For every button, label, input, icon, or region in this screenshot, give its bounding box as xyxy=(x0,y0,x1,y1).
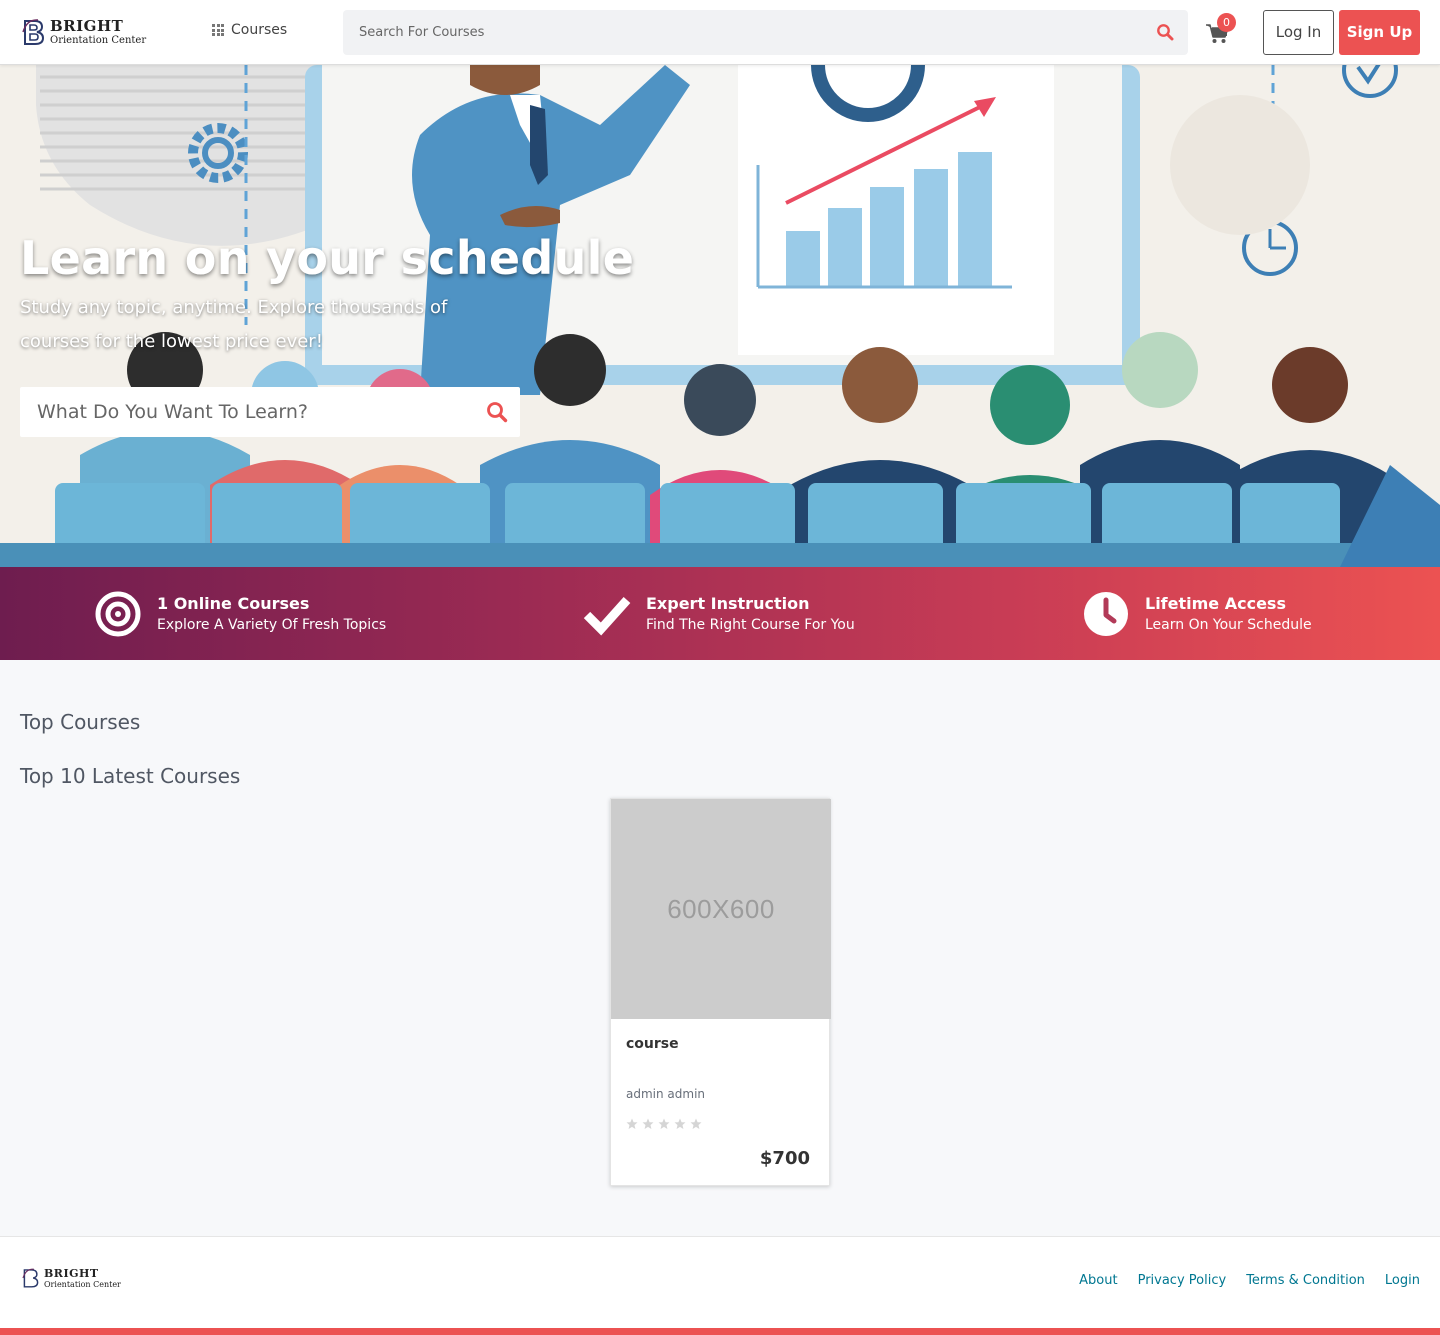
course-thumbnail[interactable]: 600X600 xyxy=(611,799,831,1019)
star-icon xyxy=(626,1118,638,1129)
feature-lifetime-access: Lifetime Access Learn On Your Schedule xyxy=(1082,567,1312,660)
footer-link-about[interactable]: About xyxy=(1079,1273,1117,1288)
logo-subtitle: Orientation Center xyxy=(44,1279,121,1289)
course-author: admin admin xyxy=(626,1087,706,1101)
star-icon xyxy=(658,1118,670,1129)
features-band: 1 Online Courses Explore A Variety Of Fr… xyxy=(0,567,1440,660)
star-icon xyxy=(674,1118,686,1129)
feature-expert-instruction: Expert Instruction Find The Right Course… xyxy=(583,567,855,660)
search-icon[interactable] xyxy=(486,401,508,423)
star-icon xyxy=(642,1118,654,1129)
cart-count-badge: 0 xyxy=(1217,13,1236,32)
hero-search-input[interactable] xyxy=(20,387,460,437)
site-logo[interactable]: BRIGHT Orientation Center xyxy=(22,15,147,49)
courses-menu-label: Courses xyxy=(231,22,288,38)
site-header: BRIGHT Orientation Center Courses 0 Log … xyxy=(0,0,1440,65)
feature-online-courses: 1 Online Courses Explore A Variety Of Fr… xyxy=(94,567,386,660)
logo-emblem-icon xyxy=(22,1268,39,1288)
bottom-accent-bar xyxy=(0,1328,1440,1335)
thumbnail-placeholder-text: 600X600 xyxy=(667,893,775,924)
footer-link-privacy[interactable]: Privacy Policy xyxy=(1138,1273,1227,1288)
feature-title: Expert Instruction xyxy=(646,594,810,613)
logo-emblem-icon xyxy=(22,19,45,45)
hero-title: Learn on your schedule xyxy=(20,231,635,285)
latest-courses-heading: Top 10 Latest Courses xyxy=(20,764,241,788)
footer-logo[interactable]: BRIGHT Orientation Center xyxy=(22,1267,121,1289)
signup-button[interactable]: Sign Up xyxy=(1339,10,1420,55)
hero-search xyxy=(20,387,520,437)
footer-link-terms[interactable]: Terms & Condition xyxy=(1246,1273,1365,1288)
login-button[interactable]: Log In xyxy=(1263,10,1334,55)
header-search-input[interactable] xyxy=(343,10,1123,55)
hero-subtitle: Study any topic, anytime. Explore thousa… xyxy=(20,297,448,352)
grid-icon xyxy=(212,24,224,36)
star-icon xyxy=(690,1118,702,1129)
course-title[interactable]: course xyxy=(626,1036,679,1052)
search-icon[interactable] xyxy=(1156,23,1174,41)
feature-desc: Explore A Variety Of Fresh Topics xyxy=(157,617,387,633)
check-icon xyxy=(583,596,631,636)
course-card[interactable]: 600X600 course admin admin $700 xyxy=(610,798,831,1186)
footer-links: About Privacy Policy Terms & Condition L… xyxy=(1059,1273,1420,1288)
feature-title: Lifetime Access xyxy=(1145,594,1286,613)
course-price: $700 xyxy=(759,1148,810,1169)
site-footer: BRIGHT Orientation Center About Privacy … xyxy=(0,1236,1440,1328)
feature-desc: Find The Right Course For You xyxy=(646,617,855,633)
hero-banner: Learn on your schedule Study any topic, … xyxy=(0,65,1440,567)
feature-title: 1 Online Courses xyxy=(157,594,310,613)
top-courses-heading: Top Courses xyxy=(20,710,141,734)
footer-link-login[interactable]: Login xyxy=(1385,1273,1420,1288)
courses-menu[interactable]: Courses xyxy=(212,22,287,38)
course-rating xyxy=(626,1118,706,1130)
logo-title: BRIGHT xyxy=(44,1266,99,1280)
header-search xyxy=(343,10,1188,55)
clock-icon xyxy=(1084,591,1128,636)
feature-desc: Learn On Your Schedule xyxy=(1145,617,1312,633)
logo-subtitle: Orientation Center xyxy=(50,34,147,46)
logo-title: BRIGHT xyxy=(50,16,124,35)
target-icon xyxy=(95,591,141,636)
